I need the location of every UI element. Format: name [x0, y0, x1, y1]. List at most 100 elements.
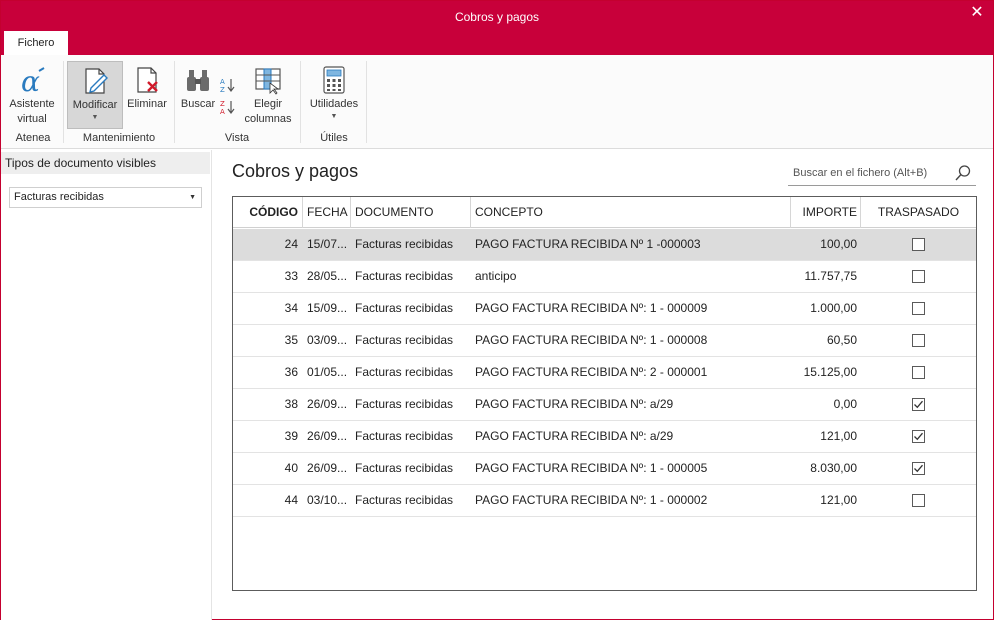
svg-text:Z: Z [220, 100, 225, 108]
choose-columns-label-1: Elegir [253, 98, 283, 110]
checkbox-unchecked[interactable] [912, 494, 925, 507]
cell-importe: 8.030,00 [810, 461, 857, 475]
utilities-dropdown-caret[interactable]: ▼ [305, 112, 363, 122]
column-divider[interactable] [350, 197, 351, 228]
checkbox-checked[interactable] [912, 398, 925, 411]
checkbox-checked[interactable] [912, 430, 925, 443]
table-row[interactable]: 34 15/09... Facturas recibidas PAGO FACTURA… [233, 293, 976, 325]
page-title: Cobros y pagos [232, 161, 359, 181]
col-header-importe[interactable]: IMPORTE [793, 197, 857, 228]
cell-codigo: 35 [284, 333, 298, 347]
search-icon[interactable] [954, 164, 972, 182]
cell-fecha: 15/09... [307, 301, 348, 315]
title-bar: Cobros y pagos ✕ Fichero [1, 1, 993, 55]
modify-button[interactable]: Modificar ▼ [67, 61, 123, 129]
window-title: Cobros y pagos [454, 10, 540, 24]
close-icon[interactable]: ✕ [969, 5, 985, 21]
column-divider[interactable] [790, 197, 791, 228]
col-header-fecha[interactable]: FECHA [307, 197, 351, 228]
table-row[interactable]: 24 15/07... Facturas recibidas PAGO FACTURA… [233, 229, 976, 261]
cell-fecha: 15/07... [307, 237, 348, 251]
search-input[interactable] [788, 163, 948, 183]
choose-columns-label-2: columnas [244, 113, 292, 125]
table-row[interactable]: 39 26/09... Facturas recibidas PAGO FACTURA… [233, 421, 976, 453]
cell-documento: Facturas recibidas [355, 429, 454, 443]
cell-fecha: 03/09... [307, 333, 348, 347]
cell-concepto: PAGO FACTURA RECIBIDA Nº: 1 - 000008 [475, 333, 708, 347]
cell-codigo: 33 [284, 269, 298, 283]
cell-concepto: PAGO FACTURA RECIBIDA Nº: 2 - 000001 [475, 365, 708, 379]
group-label-utiles: Útiles [320, 132, 348, 144]
table-row[interactable]: 33 28/05... Facturas recibidas anticipo 11.7… [233, 261, 976, 293]
svg-text:Z: Z [220, 86, 225, 93]
binoculars-icon [187, 70, 209, 91]
cell-importe: 15.125,00 [803, 365, 857, 379]
cell-importe: 121,00 [820, 493, 857, 507]
search-box [788, 160, 976, 186]
cell-fecha: 26/09... [307, 429, 348, 443]
assistant-label-2: virtual [17, 113, 47, 125]
col-header-codigo[interactable]: CÓDIGO [233, 197, 299, 228]
utilities-button[interactable]: Utilidades ▼ [305, 61, 363, 127]
cell-fecha: 28/05... [307, 269, 348, 283]
checkbox-unchecked[interactable] [912, 334, 925, 347]
checkbox-unchecked[interactable] [912, 366, 925, 379]
cell-concepto: PAGO FACTURA RECIBIDA Nº: 1 - 000002 [475, 493, 708, 507]
cell-documento: Facturas recibidas [355, 333, 454, 347]
delete-label: Eliminar [127, 98, 167, 110]
checkmark-icon [914, 432, 923, 441]
column-divider[interactable] [302, 197, 303, 228]
checkbox-checked[interactable] [912, 462, 925, 475]
svg-text:A: A [220, 78, 225, 86]
left-panel: Tipos de documento visibles Facturas rec… [1, 150, 212, 620]
cell-concepto: anticipo [475, 269, 517, 283]
cell-codigo: 24 [284, 237, 298, 251]
app-window: Cobros y pagos ✕ Fichero α Asistente vir… [0, 0, 994, 620]
table-row[interactable]: 44 03/10... Facturas recibidas PAGO FACTURA… [233, 485, 976, 517]
checkbox-unchecked[interactable] [912, 270, 925, 283]
checkbox-unchecked[interactable] [912, 238, 925, 251]
table-row[interactable]: 36 01/05... Facturas recibidas PAGO FACTURA… [233, 357, 976, 389]
col-header-traspasado[interactable]: TRASPASADO [861, 197, 976, 228]
cell-importe: 11.757,75 [804, 269, 858, 283]
cell-codigo: 39 [284, 429, 298, 443]
cell-importe: 1.000,00 [810, 301, 857, 315]
col-header-concepto[interactable]: CONCEPTO [475, 197, 775, 228]
cell-codigo: 34 [284, 301, 298, 315]
payments-table: CÓDIGO FECHA DOCUMENTO CONCEPTO IMPORTE … [232, 196, 977, 591]
svg-text:A: A [220, 108, 225, 115]
cell-fecha: 26/09... [307, 397, 348, 411]
alpha-assistant-icon: α [21, 65, 45, 95]
ribbon-divider [300, 61, 301, 143]
assistant-label-1: Asistente [9, 98, 55, 110]
ribbon-group-vista: Buscar A Z Z A Elegir columnas Vista [177, 59, 297, 147]
group-label-atenea: Atenea [15, 132, 51, 144]
utilities-label: Utilidades [309, 98, 359, 110]
modify-dropdown-caret[interactable]: ▼ [68, 113, 122, 123]
cell-codigo: 38 [284, 397, 298, 411]
group-label-vista: Vista [224, 132, 250, 144]
cell-fecha: 01/05... [307, 365, 348, 379]
checkbox-unchecked[interactable] [912, 302, 925, 315]
table-row[interactable]: 38 26/09... Facturas recibidas PAGO FACTURA… [233, 389, 976, 421]
cell-importe: 121,00 [820, 429, 857, 443]
sort-descending-icon[interactable]: Z A [220, 99, 236, 115]
chevron-down-icon[interactable]: ▼ [189, 188, 196, 207]
virtual-assistant-button[interactable]: α Asistente virtual [5, 61, 59, 127]
col-header-documento[interactable]: DOCUMENTO [355, 197, 465, 228]
table-row[interactable]: 35 03/09... Facturas recibidas PAGO FACTURA… [233, 325, 976, 357]
cell-concepto: PAGO FACTURA RECIBIDA Nº: 1 - 000009 [475, 301, 708, 315]
ribbon-divider [63, 61, 64, 143]
svg-text:α: α [21, 65, 40, 95]
column-divider[interactable] [470, 197, 471, 228]
table-row[interactable]: 40 26/09... Facturas recibidas PAGO FACTURA… [233, 453, 976, 485]
cell-documento: Facturas recibidas [355, 301, 454, 315]
tab-fichero[interactable]: Fichero [4, 31, 68, 55]
delete-button[interactable]: Eliminar [123, 61, 171, 127]
sort-ascending-icon[interactable]: A Z [220, 77, 236, 93]
document-type-select[interactable]: Facturas recibidas ▼ [9, 187, 202, 208]
cell-documento: Facturas recibidas [355, 397, 454, 411]
choose-columns-button[interactable]: Elegir columnas [241, 61, 295, 127]
search-button[interactable]: Buscar [179, 61, 217, 127]
group-label-mantenimiento: Mantenimiento [82, 132, 156, 144]
